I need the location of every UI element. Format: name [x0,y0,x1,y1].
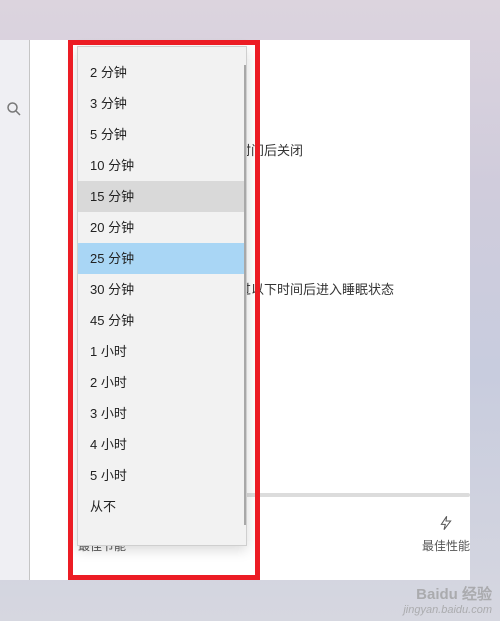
dropdown-option[interactable]: 45 分钟 [78,305,246,336]
watermark: Baidu 经验 jingyan.baidu.com [403,586,492,617]
dropdown-option[interactable]: 3 小时 [78,398,246,429]
sleep-label: 经过以下时间后进入睡眠状态 [225,279,394,298]
slider-right-text: 最佳性能 [422,537,470,554]
dropdown-option[interactable]: 从不 [78,491,246,522]
sleep-label-text: 经过以下时间后进入睡眠状态 [225,282,394,297]
settings-nav-rail [0,40,30,580]
dropdown-option[interactable]: 25 分钟 [78,243,246,274]
dropdown-option[interactable]: 30 分钟 [78,274,246,305]
dropdown-option[interactable]: 4 小时 [78,429,246,460]
slider-label-right: 最佳性能 [422,515,470,554]
watermark-brand: Baidu 经验 [403,586,492,604]
power-settings-panel: 下时间后关闭 经过以下时间后进入睡眠状态 2 分钟 3 分钟 5 分钟 10 分… [30,40,470,580]
dropdown-option[interactable]: 1 小时 [78,336,246,367]
bolt-icon [438,515,454,534]
dropdown-option[interactable]: 5 分钟 [78,119,246,150]
dropdown-option[interactable]: 3 分钟 [78,88,246,119]
dropdown-option[interactable]: 5 小时 [78,460,246,491]
dropdown-scrollbar[interactable] [244,65,246,525]
dropdown-option[interactable]: 15 分钟 [78,181,246,212]
dropdown-option[interactable]: 20 分钟 [78,212,246,243]
dropdown-option[interactable]: 10 分钟 [78,150,246,181]
search-icon[interactable] [5,100,23,118]
dropdown-option[interactable]: 2 小时 [78,367,246,398]
dropdown-padding [78,47,246,57]
watermark-url: jingyan.baidu.com [403,604,492,617]
time-dropdown[interactable]: 2 分钟 3 分钟 5 分钟 10 分钟 15 分钟 20 分钟 25 分钟 3… [77,46,247,546]
dropdown-option[interactable]: 2 分钟 [78,57,246,88]
